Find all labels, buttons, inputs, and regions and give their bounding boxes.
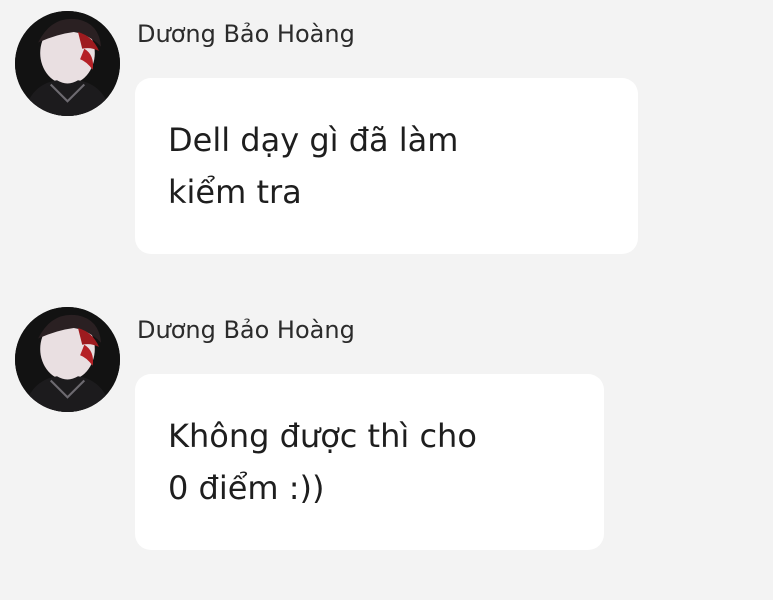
user-avatar-icon xyxy=(15,11,120,116)
user-avatar-icon xyxy=(15,307,120,412)
message-bubble[interactable]: Không được thì cho 0 điểm :)) xyxy=(135,374,604,550)
avatar[interactable] xyxy=(15,307,120,412)
message-text-line: Không được thì cho xyxy=(168,417,477,455)
sender-name: Dương Bảo Hoàng xyxy=(137,316,355,344)
message-text-line: 0 điểm :)) xyxy=(168,469,325,507)
message-text-line: Dell dạy gì đã làm xyxy=(168,121,459,159)
message-text-line: kiểm tra xyxy=(168,173,302,211)
sender-name: Dương Bảo Hoàng xyxy=(137,20,355,48)
avatar[interactable] xyxy=(15,11,120,116)
message-bubble[interactable]: Dell dạy gì đã làm kiểm tra xyxy=(135,78,638,254)
